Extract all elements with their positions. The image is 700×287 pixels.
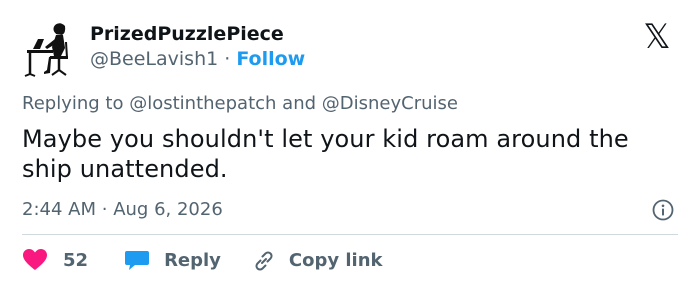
tweet-card: PrizedPuzzlePiece @BeeLavish1 · Follow 𝕏…	[0, 0, 700, 287]
mention-link-1[interactable]: @lostinthepatch	[129, 93, 276, 114]
tweet-time[interactable]: 2:44 AM	[22, 199, 96, 220]
reply-context: Replying to @lostinthepatch and @DisneyC…	[22, 92, 458, 116]
like-button[interactable]: 52	[22, 248, 88, 272]
woman-at-computer-silhouette-icon	[24, 23, 68, 77]
heart-icon	[23, 249, 47, 270]
likes-count: 52	[63, 249, 89, 271]
reply-conjunction: and	[282, 93, 317, 114]
reply-label: Reply	[164, 249, 221, 271]
user-handle[interactable]: @BeeLavish1	[90, 48, 218, 70]
link-icon	[255, 251, 273, 271]
handle-separator: ·	[224, 48, 231, 70]
follow-button[interactable]: Follow	[236, 48, 305, 70]
reply-prefix: Replying to	[22, 93, 124, 114]
tweet-text: Maybe you shouldn't let your kid roam ar…	[22, 125, 629, 183]
action-bar: 52 Reply Copy link	[22, 244, 383, 276]
mention-link-2[interactable]: @DisneyCruise	[322, 93, 458, 114]
timestamp[interactable]: 2:44 AM · Aug 6, 2026	[22, 198, 223, 222]
copy-link-button[interactable]: Copy link	[251, 248, 383, 272]
info-icon[interactable]	[651, 198, 675, 222]
display-name[interactable]: PrizedPuzzlePiece	[90, 22, 284, 46]
copy-link-label: Copy link	[288, 249, 383, 271]
divider	[22, 234, 678, 235]
reply-button[interactable]: Reply	[124, 248, 221, 272]
avatar[interactable]	[21, 18, 81, 78]
speech-bubble-icon	[125, 251, 150, 270]
tweet-date[interactable]: Aug 6, 2026	[113, 199, 223, 220]
handle-line: @BeeLavish1 · Follow	[90, 47, 305, 71]
timestamp-separator: ·	[101, 199, 108, 220]
x-logo-icon[interactable]: 𝕏	[637, 20, 677, 54]
